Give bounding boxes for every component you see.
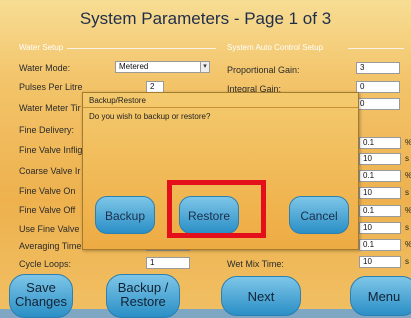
water-setup-divider xyxy=(67,48,216,49)
wet-mix-deviation-field[interactable]: 0.1 xyxy=(359,239,401,251)
save-changes-button[interactable]: Save Changes xyxy=(9,274,73,318)
backup-button[interactable]: Backup xyxy=(95,196,155,234)
cancel-button[interactable]: Cancel xyxy=(289,196,349,234)
fine-valve-on-label: Fine Valve On xyxy=(19,186,76,196)
fine-valve-inflight-label: Fine Valve Inflig xyxy=(19,145,83,155)
param-field-1[interactable]: 0.1 xyxy=(359,137,401,149)
chevron-down-icon: ▾ xyxy=(200,62,209,72)
param-field-4[interactable]: 10 xyxy=(359,187,401,199)
param-unit-6: s xyxy=(405,223,409,232)
next-label: Next xyxy=(247,289,275,304)
water-mode-label: Water Mode: xyxy=(19,63,71,73)
fine-delivery-label: Fine Delivery: xyxy=(19,125,75,135)
water-setup-label: Water Setup xyxy=(19,43,64,52)
param-unit-1: % xyxy=(405,138,411,147)
param-field-6[interactable]: 10 xyxy=(359,222,401,234)
auto-control-divider xyxy=(348,48,404,49)
param-unit-2: s xyxy=(405,154,409,163)
proportional-gain-label: Proportional Gain: xyxy=(227,65,300,75)
param-field-2[interactable]: 10 xyxy=(359,153,401,165)
param-unit-3: % xyxy=(405,171,411,180)
cycle-loops-label: Cycle Loops: xyxy=(19,259,72,269)
water-meter-time-label: Water Meter Tir xyxy=(19,103,81,113)
dialog-message: Do you wish to backup or restore? xyxy=(89,112,211,121)
dialog-title: Backup/Restore xyxy=(83,93,358,108)
param-field-3[interactable]: 0.1 xyxy=(359,170,401,182)
menu-label: Menu xyxy=(367,289,401,304)
wet-mix-time-field[interactable]: 10 xyxy=(359,256,401,268)
derivative-gain-field[interactable]: 0 xyxy=(356,98,400,110)
wet-mix-time-unit: s xyxy=(405,257,409,266)
backup-restore-label: Backup / Restore xyxy=(117,280,169,309)
param-unit-4: s xyxy=(405,188,409,197)
param-unit-5: % xyxy=(405,206,411,215)
backup-restore-button[interactable]: Backup / Restore xyxy=(106,274,180,318)
system-parameters-screen: System Parameters - Page 1 of 3 Water Se… xyxy=(0,0,411,318)
param-field-5[interactable]: 0.1 xyxy=(359,205,401,217)
restore-highlight-box xyxy=(167,180,266,238)
proportional-gain-field[interactable]: 3 xyxy=(356,62,400,74)
fine-valve-off-label: Fine Valve Off xyxy=(19,205,76,215)
save-changes-label: Save Changes xyxy=(14,280,68,309)
cycle-loops-field[interactable]: 1 xyxy=(146,257,190,269)
coarse-valve-inflight-label: Coarse Valve Ir xyxy=(19,166,81,176)
averaging-time-label: Averaging Time: xyxy=(19,241,84,251)
pulses-per-litre-label: Pulses Per Litre xyxy=(19,82,83,92)
page-title: System Parameters - Page 1 of 3 xyxy=(79,9,332,28)
wet-mix-deviation-unit: % xyxy=(405,240,411,249)
next-button[interactable]: Next xyxy=(221,276,301,316)
menu-button[interactable]: Menu xyxy=(350,276,411,316)
integral-gain-field[interactable]: 0 xyxy=(356,81,400,93)
water-mode-select[interactable]: Metered ▾ xyxy=(115,61,210,73)
auto-control-label: System Auto Control Setup xyxy=(227,43,324,52)
use-fine-valve-label: Use Fine Valve xyxy=(19,224,80,234)
wet-mix-time-label: Wet Mix Time: xyxy=(227,259,284,269)
water-mode-value: Metered xyxy=(119,62,149,71)
